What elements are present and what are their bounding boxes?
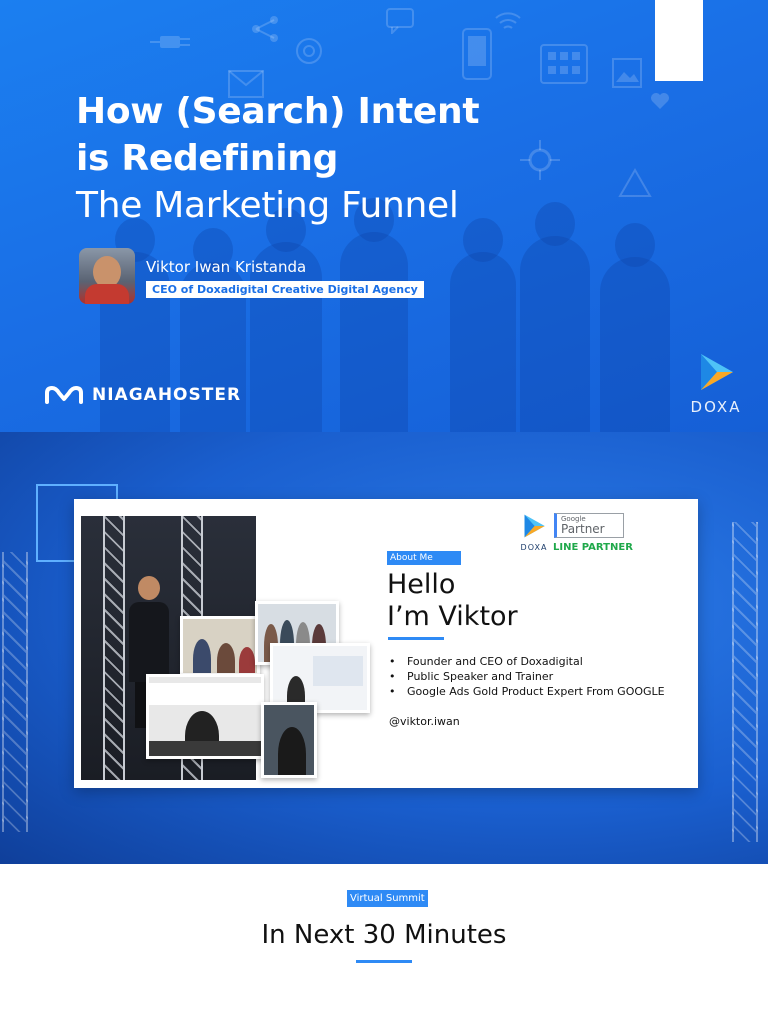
photo-speaker-mic bbox=[261, 702, 317, 778]
greeting-line-1: Hello bbox=[387, 569, 456, 600]
warning-triangle-icon bbox=[618, 168, 652, 197]
about-card: DOXA Google Partner LINE PARTNER About M… bbox=[74, 499, 698, 788]
about-slide: DOXA Google Partner LINE PARTNER About M… bbox=[0, 432, 768, 864]
title-slide: How (Search) Intent is Redefining The Ma… bbox=[0, 0, 768, 432]
bio-item: Public Speaker and Trainer bbox=[389, 669, 665, 684]
niagahoster-logo: NIAGAHOSTER bbox=[44, 385, 241, 405]
doxa-logo-small: DOXA bbox=[519, 513, 549, 552]
heading-underline bbox=[388, 637, 444, 640]
agenda-heading: In Next 30 Minutes bbox=[261, 920, 507, 950]
chat-bubble-icon bbox=[386, 8, 414, 34]
speaker-name: Viktor Iwan Kristanda bbox=[146, 258, 307, 276]
title-line-2: is Redefining bbox=[76, 138, 339, 179]
network-node-icon bbox=[520, 140, 560, 180]
doxa-logo: DOXA bbox=[690, 352, 742, 416]
about-me-badge: About Me bbox=[387, 551, 461, 565]
title-line-3: The Marketing Funnel bbox=[76, 185, 459, 226]
niagahoster-mark-icon bbox=[45, 386, 83, 404]
greeting-line-2: I’m Viktor bbox=[387, 601, 518, 632]
bio-item: Founder and CEO of Doxadigital bbox=[389, 654, 665, 669]
corner-tab bbox=[655, 0, 703, 81]
social-handle: @viktor.iwan bbox=[389, 715, 460, 728]
heart-icon bbox=[651, 93, 669, 109]
greeting-heading: Hello I’m Viktor bbox=[387, 569, 518, 633]
bio-item: Google Ads Gold Product Expert From GOOG… bbox=[389, 684, 665, 699]
wifi-icon bbox=[495, 12, 521, 29]
partner-label: Partner bbox=[561, 522, 605, 536]
photo-seminar bbox=[146, 674, 264, 759]
agenda-slide: Virtual Summit In Next 30 Minutes bbox=[0, 864, 768, 1024]
plug-icon bbox=[150, 36, 190, 48]
mobile-phone-icon bbox=[462, 28, 492, 80]
stage-truss-left bbox=[2, 552, 28, 832]
image-icon bbox=[612, 58, 642, 88]
doxa-play-icon-small bbox=[524, 514, 545, 538]
doxa-wordmark-small: DOXA bbox=[520, 543, 548, 552]
at-sign-icon bbox=[296, 38, 322, 64]
google-partner-badge: Google Partner bbox=[554, 513, 624, 538]
speaker-role: CEO of Doxadigital Creative Digital Agen… bbox=[146, 281, 424, 298]
title-line-1: How (Search) Intent bbox=[76, 91, 480, 132]
line-partner-badge: LINE PARTNER bbox=[553, 542, 633, 553]
grid-apps-icon bbox=[540, 44, 588, 84]
heading-underline bbox=[356, 960, 412, 963]
doxa-wordmark: DOXA bbox=[690, 398, 742, 416]
share-icon bbox=[252, 16, 278, 42]
virtual-summit-badge: Virtual Summit bbox=[347, 890, 428, 907]
stage-truss-right bbox=[732, 522, 758, 842]
speaker-avatar bbox=[79, 248, 135, 304]
photo-family bbox=[180, 616, 260, 676]
bio-list: Founder and CEO of Doxadigital Public Sp… bbox=[389, 654, 665, 699]
niagahoster-wordmark: NIAGAHOSTER bbox=[92, 385, 242, 405]
doxa-play-icon bbox=[701, 354, 733, 390]
page-title: How (Search) Intent is Redefining The Ma… bbox=[76, 88, 480, 229]
